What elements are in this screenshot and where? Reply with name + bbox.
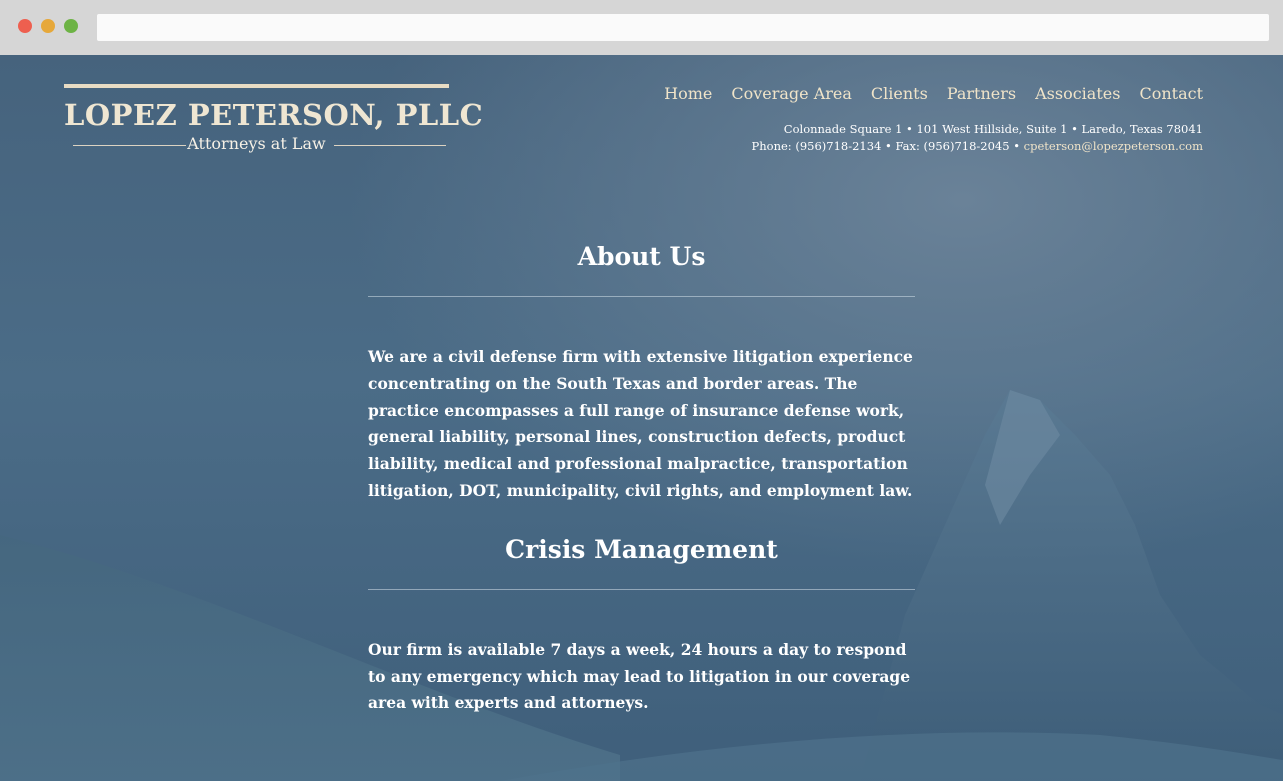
phone-fax: Phone: (956)718-2134 • Fax: (956)718-204… — [751, 139, 1024, 153]
crisis-text: Our firm is available 7 days a week, 24 … — [368, 639, 911, 713]
nav-coverage-area[interactable]: Coverage Area — [731, 84, 852, 103]
crisis-heading: Crisis Management — [505, 534, 778, 564]
firm-logo[interactable]: LOPEZ PETERSON, PLLC Attorneys at Law — [64, 84, 484, 158]
main-nav: Home Coverage Area Clients Partners Asso… — [664, 84, 1203, 103]
logo-title: LOPEZ PETERSON, PLLC — [64, 98, 484, 132]
email-link[interactable]: cpeterson@lopezpeterson.com — [1024, 139, 1203, 153]
about-divider — [368, 296, 915, 297]
page-viewport: LOPEZ PETERSON, PLLC Attorneys at Law Ho… — [0, 55, 1283, 781]
maximize-window-button[interactable] — [64, 19, 78, 33]
minimize-window-button[interactable] — [41, 19, 55, 33]
nav-clients[interactable]: Clients — [871, 84, 928, 103]
logo-rule-right — [334, 145, 446, 146]
about-text: We are a civil defense firm with extensi… — [368, 347, 913, 500]
crisis-divider — [368, 588, 915, 590]
logo-subtitle: Attorneys at Law — [187, 134, 326, 153]
address-line: Colonnade Square 1 • 101 West Hillside, … — [783, 122, 1203, 136]
nav-partners[interactable]: Partners — [947, 84, 1016, 103]
browser-chrome — [0, 0, 1283, 55]
nav-associates[interactable]: Associates — [1035, 84, 1120, 103]
close-window-button[interactable] — [18, 19, 32, 33]
logo-subtitle-row: Attorneys at Law — [64, 134, 449, 158]
nav-contact[interactable]: Contact — [1139, 84, 1203, 103]
address-bar[interactable] — [97, 14, 1269, 41]
phone-fax-line: Phone: (956)718-2134 • Fax: (956)718-204… — [752, 138, 1203, 155]
about-heading: About Us — [577, 242, 706, 271]
logo-top-rule — [64, 84, 449, 88]
contact-info: Colonnade Square 1 • 101 West Hillside, … — [752, 121, 1203, 155]
nav-home[interactable]: Home — [664, 84, 712, 103]
main-content: About Us We are a civil defense firm wit… — [368, 240, 915, 717]
